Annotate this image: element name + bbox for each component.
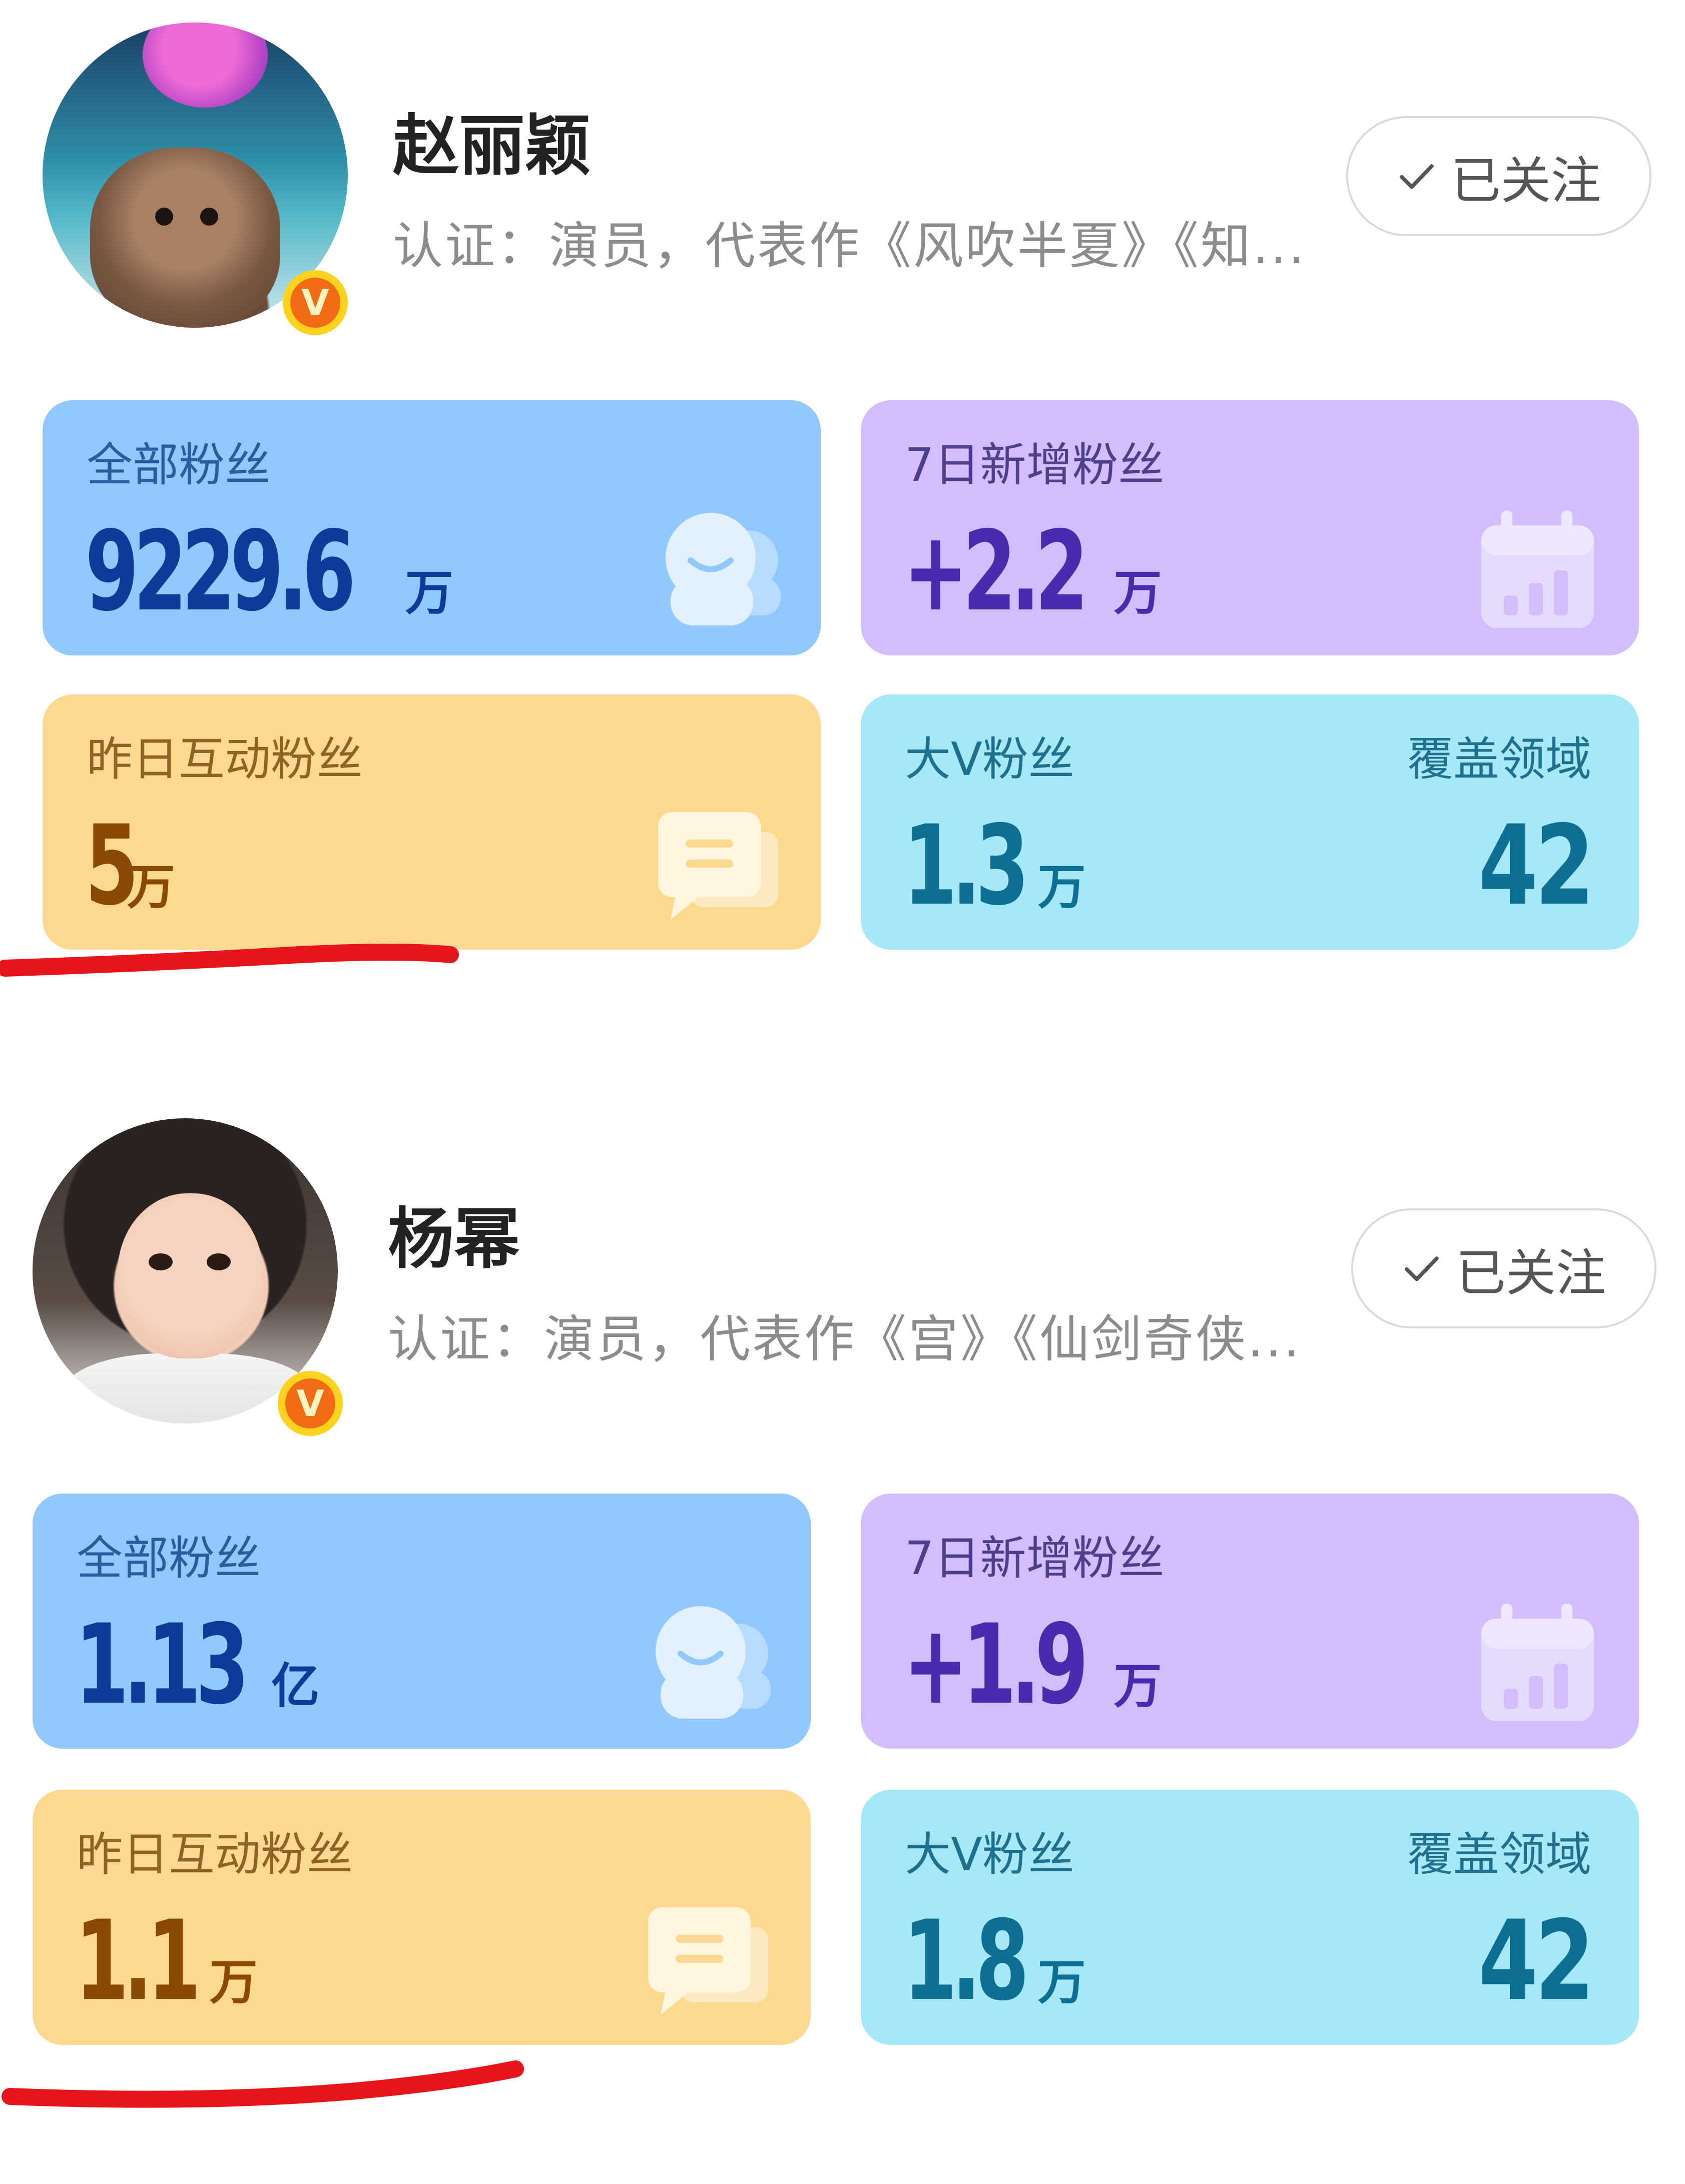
total-fans-card[interactable]: 全部粉丝 1.13 亿 (33, 1494, 811, 1749)
fans-group-icon (656, 1606, 771, 1719)
card-label: 7日新增粉丝 (905, 438, 1165, 492)
chat-bubble-icon (658, 812, 778, 920)
profile-name[interactable]: 杨幂 (388, 1186, 520, 1281)
card-label: 7日新增粉丝 (905, 1532, 1165, 1585)
card-label: 昨日互动粉丝 (87, 733, 363, 786)
otter-figure (90, 148, 280, 328)
pink-ball-decoration (143, 23, 268, 108)
certification-text: 认证：演员，代表作《宫》《仙剑奇侠... (388, 1310, 1302, 1368)
red-annotation-underline (2, 2060, 524, 2108)
profile-name[interactable]: 赵丽颖 (393, 93, 591, 188)
calendar-chart-icon (1481, 510, 1594, 628)
coverage-value: 42 (1478, 1897, 1595, 2025)
total-fans-card[interactable]: 全部粉丝 9229.6 万 (43, 400, 821, 655)
checkmark-icon (1405, 1256, 1439, 1281)
coverage-value: 42 (1478, 802, 1595, 930)
card-label: 昨日互动粉丝 (77, 1828, 353, 1881)
child-face (118, 1193, 263, 1358)
card-label: 全部粉丝 (77, 1532, 261, 1585)
coverage-label: 覆盖领域 (1407, 733, 1591, 786)
card-label: 大V粉丝 (905, 1828, 1074, 1881)
card-label: 大V粉丝 (905, 733, 1074, 786)
certification-text: 认证：演员，代表作《风吹半夏》《知... (393, 217, 1307, 275)
card-value: 9229.6 万 (85, 507, 453, 635)
new-fans-7d-card[interactable]: 7日新增粉丝 +2.2 万 (861, 400, 1639, 655)
calendar-chart-icon (1481, 1604, 1594, 1721)
fans-group-icon (666, 513, 781, 625)
checkmark-icon (1400, 164, 1434, 189)
bigv-fans-card[interactable]: 大V粉丝 覆盖领域 1.3 万 42 (861, 694, 1639, 950)
interactive-fans-card[interactable]: 昨日互动粉丝 5万 (43, 694, 821, 950)
card-value: 1.8 万 (903, 1897, 1086, 2025)
card-value: 1.1 万 (75, 1897, 258, 2025)
card-value: +2.2 万 (903, 507, 1162, 635)
card-value: 1.13 亿 (75, 1601, 320, 1729)
following-button[interactable]: 已关注 (1346, 116, 1651, 236)
following-button[interactable]: 已关注 (1351, 1208, 1656, 1328)
profile-card: V 杨幂 认证：演员，代表作《宫》《仙剑奇侠... 已关注 全部粉丝 1.13 亿… (0, 1093, 1685, 2184)
verified-v-icon: V (278, 1371, 343, 1436)
follow-button-label: 已关注 (1456, 1243, 1606, 1302)
bigv-fans-card[interactable]: 大V粉丝 覆盖领域 1.8 万 42 (861, 1790, 1639, 2045)
card-value: +1.9 万 (903, 1601, 1162, 1729)
card-label: 全部粉丝 (87, 438, 271, 492)
shirt (63, 1353, 313, 1423)
coverage-label: 覆盖领域 (1407, 1828, 1591, 1881)
card-value: 5万 (85, 802, 175, 930)
new-fans-7d-card[interactable]: 7日新增粉丝 +1.9 万 (861, 1494, 1639, 1749)
card-value: 1.3 万 (903, 802, 1086, 930)
interactive-fans-card[interactable]: 昨日互动粉丝 1.1 万 (33, 1790, 811, 2045)
verified-v-icon: V (283, 270, 348, 335)
follow-button-label: 已关注 (1451, 151, 1601, 210)
profile-card: V 赵丽颖 认证：演员，代表作《风吹半夏》《知... 已关注 全部粉丝 9229… (0, 0, 1685, 1091)
chat-bubble-icon (648, 1907, 768, 2015)
